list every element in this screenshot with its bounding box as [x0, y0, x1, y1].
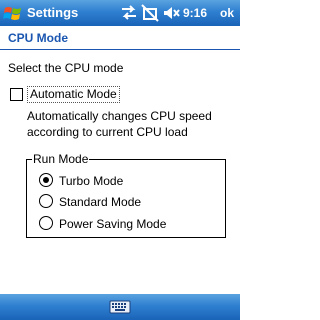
power-saving-mode-radio[interactable] — [39, 216, 53, 230]
keyboard-icon[interactable] — [109, 299, 131, 315]
title-bar: Settings 9:16 ok — [0, 0, 240, 26]
standard-mode-label[interactable]: Standard Mode — [59, 195, 141, 209]
turbo-mode-label[interactable]: Turbo Mode — [59, 174, 123, 188]
run-mode-group-title: Run Mode — [32, 152, 90, 166]
connectivity-icon[interactable] — [120, 3, 138, 23]
standard-mode-radio[interactable] — [39, 194, 53, 208]
clock[interactable]: 9:16 — [183, 6, 207, 20]
turbo-mode-radio[interactable] — [39, 173, 53, 187]
power-saving-mode-label[interactable]: Power Saving Mode — [59, 217, 166, 231]
header-divider — [0, 49, 240, 50]
automatic-mode-description: Automatically changes CPU speed accordin… — [27, 109, 212, 139]
ok-button[interactable]: ok — [216, 4, 238, 22]
automatic-mode-label[interactable]: Automatic Mode — [27, 86, 120, 103]
soft-key-bar — [0, 294, 240, 320]
app-title: Settings — [27, 5, 79, 20]
missed-call-icon[interactable] — [141, 3, 159, 23]
volume-mute-icon[interactable] — [162, 3, 180, 23]
windows-start-icon[interactable] — [2, 2, 24, 24]
page-title: CPU Mode — [8, 31, 68, 45]
page-header: CPU Mode — [0, 26, 240, 50]
automatic-mode-checkbox[interactable] — [10, 88, 23, 101]
section-label: Select the CPU mode — [8, 61, 124, 75]
